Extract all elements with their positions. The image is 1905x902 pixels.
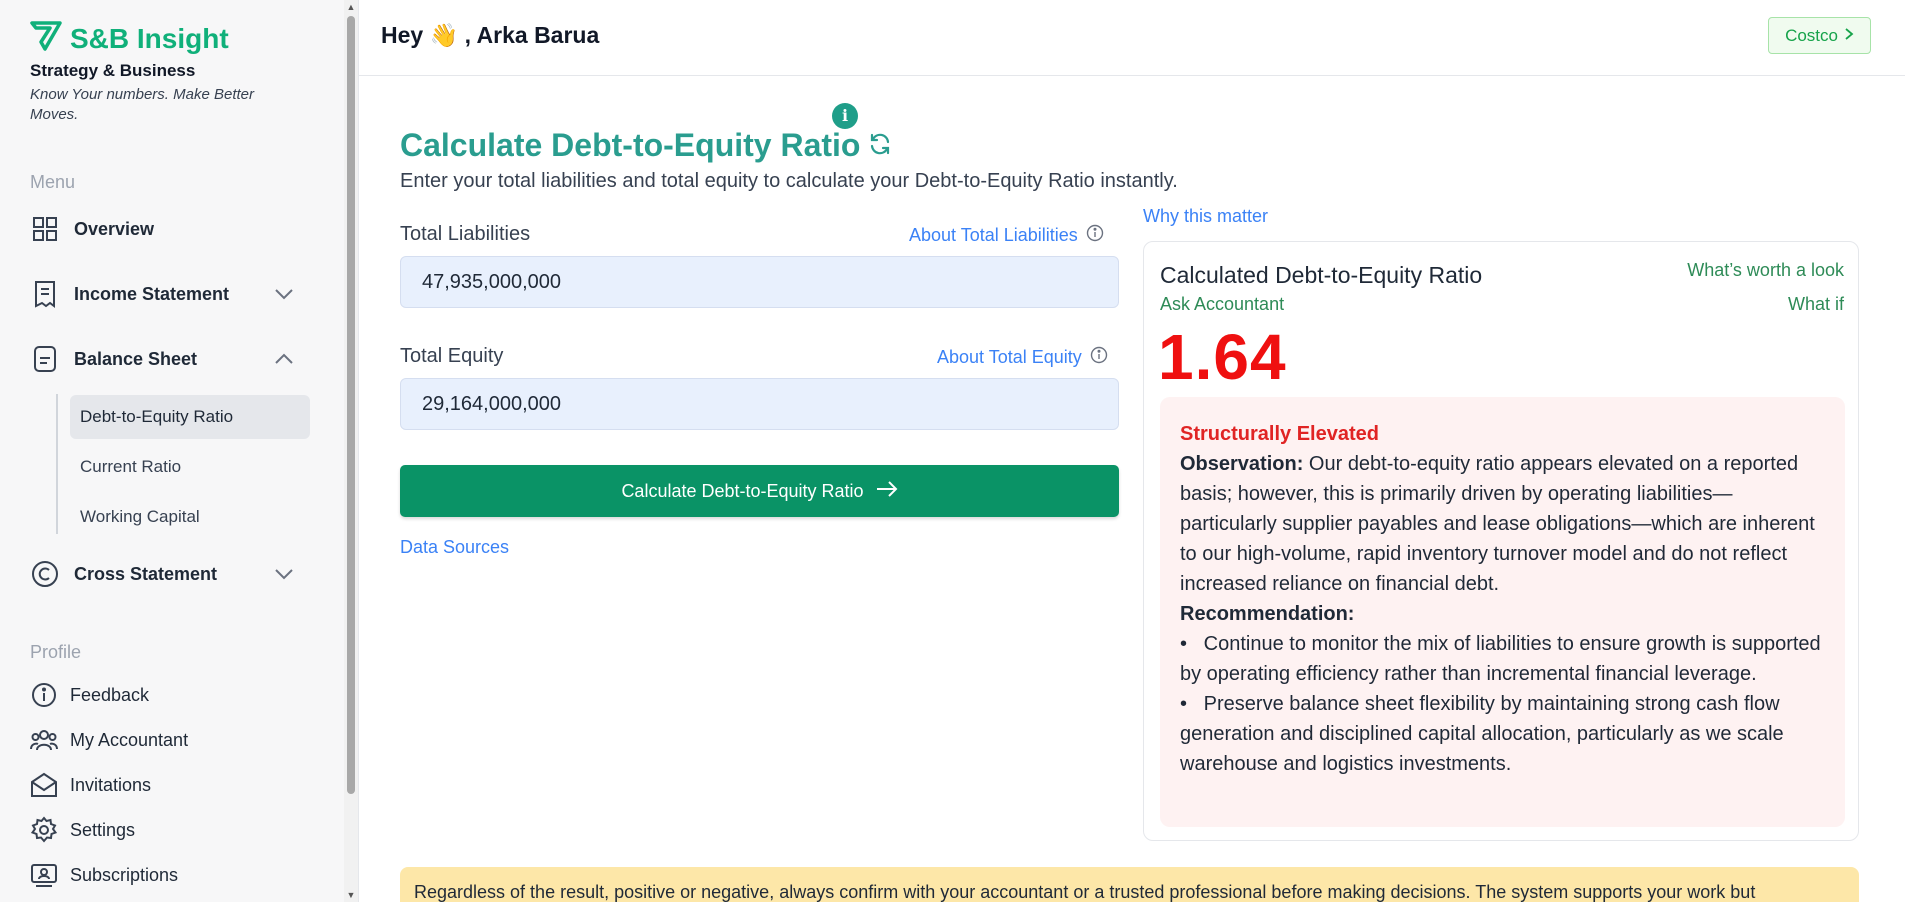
total-equity-input[interactable]: 29,164,000,000	[400, 378, 1119, 430]
chevron-down-icon[interactable]	[272, 562, 296, 586]
sidebar-scrollbar[interactable]: ▲ ▼	[344, 0, 358, 902]
sidebar-item-balance-sheet[interactable]: Balance Sheet	[30, 337, 302, 381]
calculate-button-label: Calculate Debt-to-Equity Ratio	[621, 480, 864, 501]
recommendation-item: • Continue to monitor the mix of liabili…	[1180, 633, 1821, 685]
calculate-button[interactable]: Calculate Debt-to-Equity Ratio	[400, 465, 1119, 517]
recommendation-label: Recommendation:	[1180, 603, 1355, 625]
total-liabilities-input[interactable]: 47,935,000,000	[400, 256, 1119, 308]
ask-accountant-link[interactable]: Ask Accountant	[1160, 294, 1284, 315]
sidebar-item-invitations[interactable]: Invitations	[30, 769, 151, 801]
data-sources-link[interactable]: Data Sources	[400, 537, 509, 558]
page-title-text: Calculate Debt-to-Equity Ratio	[400, 127, 861, 163]
arrow-right-icon	[876, 480, 898, 502]
sidebar-subitem-current-ratio[interactable]: Current Ratio	[70, 445, 310, 489]
about-equity-link[interactable]: About Total Equity	[937, 346, 1108, 369]
sidebar-item-label: Invitations	[70, 774, 152, 795]
sidebar: S&B Insight Strategy & Business Know You…	[0, 0, 344, 902]
chevron-down-icon[interactable]	[272, 282, 296, 306]
sidebar-item-label: Income Statement	[74, 283, 230, 304]
observation: Observation: Our debt-to-equity ratio ap…	[1180, 449, 1827, 599]
info-icon	[1086, 224, 1104, 247]
scroll-thumb[interactable]	[347, 16, 355, 794]
envelope-icon	[30, 771, 58, 799]
chevron-right-icon	[1844, 26, 1854, 46]
subnav-divider	[56, 394, 58, 534]
grid-icon	[30, 214, 60, 244]
observation-label: Observation:	[1180, 453, 1304, 475]
sidebar-item-label: Feedback	[70, 684, 150, 705]
logo-check-icon	[30, 20, 64, 57]
sidebar-item-label: Overview	[74, 218, 155, 239]
copyright-icon	[30, 559, 60, 589]
sidebar-item-label: Subscriptions	[70, 864, 179, 885]
page-title: Calculate Debt-to-Equity Ratio	[400, 127, 892, 164]
sidebar-item-subscriptions[interactable]: Subscriptions	[30, 859, 178, 891]
recommendation-item: • Preserve balance sheet flexibility by …	[1180, 693, 1784, 775]
sidebar-item-my-accountant[interactable]: My Accountant	[30, 724, 188, 756]
sidebar-subitem-debt-to-equity[interactable]: Debt-to-Equity Ratio	[70, 395, 310, 439]
sidebar-item-feedback[interactable]: Feedback	[30, 679, 149, 711]
receipt-icon	[30, 279, 60, 309]
subscription-icon	[30, 861, 58, 889]
profile-label: Profile	[30, 642, 82, 662]
brand-name: S&B Insight	[70, 22, 229, 54]
status-badge: Structurally Elevated	[1180, 423, 1379, 445]
top-header: Hey 👋 , Arka Barua Costco	[359, 0, 1905, 76]
chevron-up-icon[interactable]	[272, 347, 296, 371]
main-content: i Calculate Debt-to-Equity Ratio Enter y…	[359, 77, 1905, 902]
sidebar-item-label: Settings	[70, 819, 136, 840]
sidebar-item-label: Balance Sheet	[74, 348, 198, 369]
whats-worth-a-look-link[interactable]: What’s worth a look	[1687, 260, 1844, 281]
equity-label: Total Equity	[400, 345, 504, 367]
document-icon	[30, 344, 60, 374]
scroll-up-arrow[interactable]: ▲	[346, 2, 356, 12]
what-if-link[interactable]: What if	[1788, 294, 1844, 315]
company-name: Costco	[1785, 25, 1838, 45]
about-liabilities-link[interactable]: About Total Liabilities	[909, 224, 1104, 247]
gear-icon	[30, 816, 58, 844]
liabilities-label: Total Liabilities	[400, 223, 531, 245]
analysis-panel: Structurally Elevated Observation: Our d…	[1160, 397, 1845, 827]
disclaimer-banner: Regardless of the result, positive or ne…	[400, 867, 1859, 902]
sidebar-item-cross-statement[interactable]: Cross Statement	[30, 552, 302, 596]
scroll-down-arrow[interactable]: ▼	[346, 890, 356, 900]
users-icon	[30, 726, 58, 754]
brand-tagline: Know Your numbers. Make Better Moves.	[30, 86, 255, 123]
info-badge-icon[interactable]: i	[832, 103, 858, 129]
result-title: Calculated Debt-to-Equity Ratio	[1160, 262, 1483, 288]
result-card: Calculated Debt-to-Equity Ratio What’s w…	[1143, 241, 1859, 841]
about-liabilities-text: About Total Liabilities	[909, 225, 1078, 245]
greeting: Hey 👋 , Arka Barua	[381, 22, 600, 48]
menu-label: Menu	[30, 172, 76, 192]
sidebar-item-settings[interactable]: Settings	[30, 814, 135, 846]
page-subtitle: Enter your total liabilities and total e…	[400, 170, 1178, 192]
refresh-icon[interactable]	[868, 127, 892, 164]
sidebar-subitem-working-capital[interactable]: Working Capital	[70, 495, 310, 539]
company-switch-button[interactable]: Costco	[1768, 17, 1871, 54]
sidebar-item-label: Cross Statement	[74, 563, 218, 584]
app-root: S&B Insight Strategy & Business Know You…	[0, 0, 1905, 902]
info-icon	[1090, 346, 1108, 369]
why-this-matter-link[interactable]: Why this matter	[1143, 206, 1268, 227]
brand-subtitle: Strategy & Business	[30, 61, 196, 80]
info-icon	[30, 681, 58, 709]
sidebar-item-label: My Accountant	[70, 729, 189, 750]
brand-logo[interactable]: S&B Insight	[30, 20, 229, 57]
ratio-value: 1.64	[1158, 321, 1287, 393]
sidebar-item-income-statement[interactable]: Income Statement	[30, 272, 302, 316]
sidebar-item-overview[interactable]: Overview	[30, 207, 302, 251]
about-equity-text: About Total Equity	[937, 347, 1082, 367]
